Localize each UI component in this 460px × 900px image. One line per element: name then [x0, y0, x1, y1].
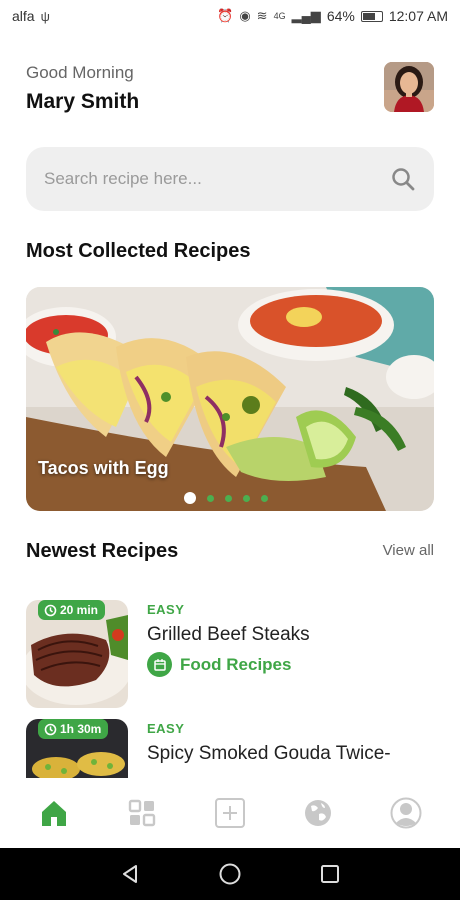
wifi-icon: ≋: [256, 8, 268, 23]
nav-profile[interactable]: [383, 790, 429, 836]
category-label: Food Recipes: [180, 654, 292, 674]
recipe-title[interactable]: Grilled Beef Steaks: [147, 624, 310, 646]
category-icon: [147, 652, 172, 677]
carousel-slide-title[interactable]: Tacos with Egg: [38, 458, 169, 479]
search-icon[interactable]: [390, 166, 416, 192]
greeting-text: Good Morning: [26, 63, 134, 82]
nav-home[interactable]: [31, 790, 77, 836]
home-icon[interactable]: [39, 798, 69, 828]
time-badge: 1h 30m: [38, 719, 109, 739]
search-input[interactable]: [44, 169, 390, 189]
search-bar[interactable]: [26, 147, 434, 211]
recipe-category[interactable]: Food Recipes: [147, 652, 291, 677]
difficulty-label: EASY: [147, 602, 185, 617]
user-name: Mary Smith: [26, 90, 140, 113]
recents-button[interactable]: [310, 854, 350, 894]
alarm-icon: ⏰: [217, 8, 234, 23]
avatar[interactable]: [384, 62, 434, 112]
categories-icon[interactable]: [128, 799, 156, 827]
time-badge: 20 min: [38, 600, 106, 620]
clock-icon: [44, 604, 57, 616]
carousel-dot[interactable]: [243, 494, 250, 502]
add-icon[interactable]: [214, 797, 246, 829]
carrier-label: alfa: [12, 8, 35, 24]
signal-icon: ▂▄▆: [291, 8, 321, 23]
network-label: 4G: [273, 11, 286, 21]
eye-icon: ◉: [239, 8, 251, 23]
back-icon[interactable]: [119, 863, 141, 885]
carousel-dot[interactable]: [184, 492, 196, 504]
recents-icon[interactable]: [319, 863, 341, 885]
circle-home-icon[interactable]: [218, 862, 242, 886]
nav-explore[interactable]: [295, 790, 341, 836]
carousel-dot[interactable]: [225, 494, 232, 502]
nav-add[interactable]: [207, 790, 253, 836]
explore-icon[interactable]: [303, 798, 333, 828]
battery-percent: 64%: [326, 8, 355, 24]
carousel-dot[interactable]: [261, 494, 268, 502]
system-navigation-bar: [0, 848, 460, 900]
usb-icon: ψ: [40, 8, 50, 24]
recipe-title[interactable]: Spicy Smoked Gouda Twice-: [147, 743, 391, 765]
battery-icon: [360, 10, 383, 22]
recipe-card[interactable]: 20 min EASY Grilled Beef Steaks Food Rec…: [26, 600, 436, 708]
recipe-card[interactable]: 1h 30m EASY Spicy Smoked Gouda Twice-: [26, 719, 436, 778]
carousel-dots: [184, 492, 268, 504]
back-button[interactable]: [110, 854, 150, 894]
view-all-link[interactable]: View all: [383, 542, 434, 559]
newest-recipes-title: Newest Recipes: [26, 540, 179, 562]
home-button[interactable]: [210, 854, 250, 894]
nav-categories[interactable]: [119, 790, 165, 836]
difficulty-label: EASY: [147, 721, 185, 736]
profile-icon[interactable]: [390, 797, 422, 829]
time-label: 20 min: [60, 603, 99, 617]
bottom-navigation: [0, 778, 460, 848]
carousel-dot[interactable]: [207, 494, 214, 502]
time-label: 1h 30m: [60, 722, 102, 736]
clock: 12:07 AM: [388, 8, 448, 24]
status-bar: alfa ψ ⏰ ◉ ≋ 4G ▂▄▆ 64% 12:07 AM: [0, 0, 460, 32]
most-collected-title: Most Collected Recipes: [26, 240, 251, 262]
clock-icon: [44, 723, 57, 735]
recipe-carousel[interactable]: Tacos with Egg: [26, 287, 434, 511]
